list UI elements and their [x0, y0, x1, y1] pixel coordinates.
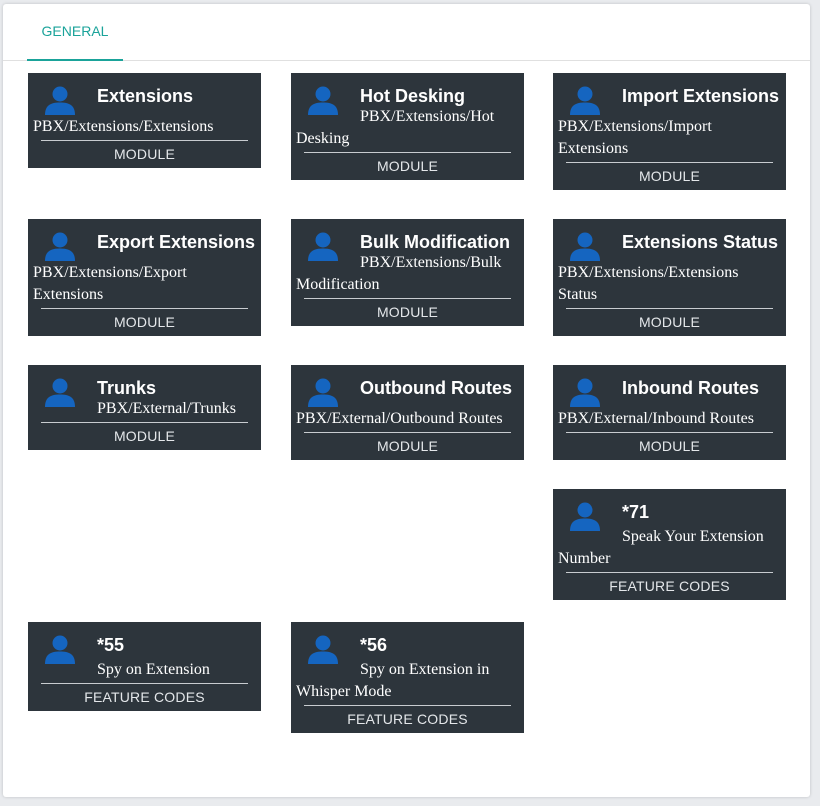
- card-title: Extensions Status: [622, 232, 779, 252]
- card-trunks[interactable]: Trunks PBX/External/Trunks MODULE: [28, 365, 261, 450]
- user-icon: [570, 502, 600, 531]
- card-outbound-routes[interactable]: Outbound Routes PBX/External/Outbound Ro…: [291, 365, 524, 460]
- card-type-label: FEATURE CODES: [609, 578, 730, 594]
- card-extensions-status[interactable]: Extensions Status PBX/Extensions/Extensi…: [553, 219, 786, 336]
- card-title: *71: [622, 502, 650, 522]
- user-icon: [570, 86, 600, 115]
- card-feature-71[interactable]: *71 Speak Your Extension Number FEATURE …: [553, 489, 786, 600]
- card-export-extensions[interactable]: Export Extensions PBX/Extensions/Export …: [28, 219, 261, 336]
- card-feature-55[interactable]: *55 Spy on Extension FEATURE CODES: [28, 622, 261, 711]
- card-type-label: MODULE: [376, 304, 439, 320]
- card-type-label: MODULE: [113, 428, 176, 444]
- card-title: Export Extensions: [97, 232, 256, 252]
- card-inbound-routes[interactable]: Inbound Routes PBX/External/Inbound Rout…: [553, 365, 786, 460]
- tab-general[interactable]: GENERAL: [27, 4, 123, 61]
- user-icon: [308, 635, 338, 664]
- card-title: Outbound Routes: [360, 378, 512, 398]
- user-icon: [45, 635, 75, 664]
- card-title: Bulk Modification: [360, 232, 510, 252]
- card-title: *56: [360, 635, 388, 655]
- card-type-label: MODULE: [638, 314, 701, 330]
- card-title: Inbound Routes: [622, 378, 759, 398]
- user-icon: [45, 86, 75, 115]
- user-icon: [570, 232, 600, 261]
- card-type-label: MODULE: [376, 158, 439, 174]
- card-title: Hot Desking: [360, 86, 466, 106]
- card-path: Spy on Extension: [97, 661, 210, 678]
- card-type-label: MODULE: [638, 438, 701, 454]
- card-bulk-modification[interactable]: Bulk Modification PBX/Extensions/Bulk Mo…: [291, 219, 524, 326]
- card-title: Trunks: [97, 378, 157, 398]
- user-icon: [308, 232, 338, 261]
- card-title: Extensions: [97, 86, 194, 106]
- card-title: Import Extensions: [622, 86, 780, 106]
- card-import-extensions[interactable]: Import Extensions PBX/Extensions/Import …: [553, 73, 786, 190]
- card-feature-56[interactable]: *56 Spy on Extension in Whisper Mode FEA…: [291, 622, 524, 733]
- user-icon: [570, 378, 600, 407]
- card-type-label: MODULE: [113, 314, 176, 330]
- card-path: Speak Your Extension Number: [558, 528, 764, 567]
- user-icon: [308, 86, 338, 115]
- card-type-label: MODULE: [113, 146, 176, 162]
- card-type-label: FEATURE CODES: [347, 711, 468, 727]
- card-title: *55: [97, 635, 125, 655]
- user-icon: [308, 378, 338, 407]
- user-icon: [45, 232, 75, 261]
- card-extensions[interactable]: Extensions PBX/Extensions/Extensions MOD…: [28, 73, 261, 168]
- card-path: PBX/External/Trunks: [97, 400, 236, 417]
- card-type-label: MODULE: [376, 438, 439, 454]
- card-type-label: MODULE: [638, 168, 701, 184]
- user-icon: [45, 378, 75, 407]
- card-type-label: FEATURE CODES: [84, 689, 205, 705]
- card-path: Spy on Extension in Whisper Mode: [296, 661, 490, 700]
- tab-bar: GENERAL: [3, 4, 810, 61]
- card-hot-desking[interactable]: Hot Desking PBX/Extensions/Hot Desking M…: [291, 73, 524, 180]
